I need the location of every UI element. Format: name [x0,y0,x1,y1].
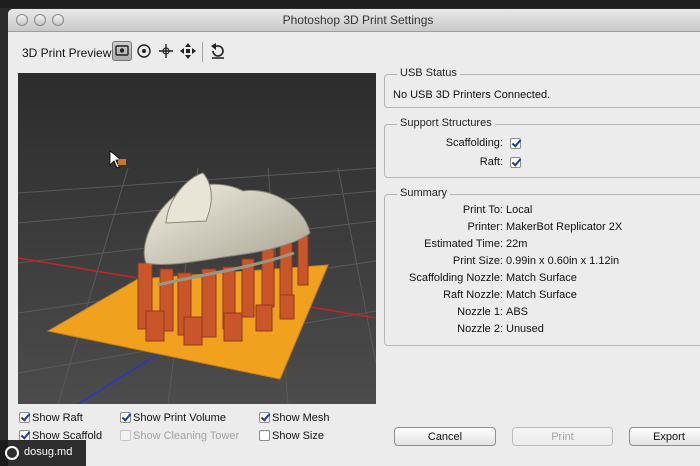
summary-value: Local [506,204,533,216]
summary-group: Summary Print To: Local Printer: MakerBot … [384,187,700,346]
show-print-volume-checkbox[interactable] [120,412,131,423]
reset-view-button[interactable] [208,41,228,61]
export-button[interactable]: Export [629,427,700,446]
view-preview-icon [115,45,129,56]
usb-status-text: No USB 3D Printers Connected. [393,89,551,101]
summary-row: Printer: MakerBot Replicator 2X [385,221,695,237]
show-cleaning-tower-option: Show Cleaning Tower [120,430,239,442]
show-mesh-checkbox[interactable] [259,412,270,423]
pan-icon [159,44,173,58]
summary-key: Nozzle 2: [457,323,503,335]
scaffolding-checkbox[interactable] [510,138,521,149]
show-size-checkbox[interactable] [259,430,270,441]
show-raft-checkbox[interactable] [19,412,30,423]
move-icon [180,43,196,59]
summary-row: Print To: Local [385,204,695,220]
preview-toolbar: 3D Print Preview [8,32,700,70]
summary-row: Estimated Time: 22m [385,238,695,254]
view-preview-button[interactable] [112,41,132,61]
window-title: Photoshop 3D Print Settings [282,13,434,27]
support-structures-group: Support Structures Scaffolding: Raft: [384,117,700,178]
show-mesh-label: Show Mesh [272,412,330,424]
summary-value: 22m [506,238,528,250]
summary-key: Scaffolding Nozzle: [409,272,503,284]
summary-key: Print To: [462,204,503,216]
show-mesh-option[interactable]: Show Mesh [259,412,329,424]
show-size-label: Show Size [272,430,324,442]
usb-status-group: USB Status No USB 3D Printers Connected. [384,67,700,108]
cancel-button[interactable]: Cancel [394,427,496,446]
watermark-logo-icon [5,446,19,460]
3d-print-preview-viewport[interactable] [18,73,376,404]
summary-key: Estimated Time: [424,238,503,250]
toolbar-separator [202,42,203,62]
summary-row: Raft Nozzle: Match Surface [385,289,695,305]
usb-status-legend: USB Status [397,67,460,79]
summary-value: Unused [506,323,544,335]
raft-checkbox[interactable] [510,157,521,168]
scaffolding-label: Scaffolding: [445,137,503,149]
summary-key: Raft Nozzle: [443,289,503,301]
summary-row: Print Size: 0.99in x 0.60in x 1.12in [385,255,695,271]
desktop-background [0,0,700,8]
summary-key: Print Size: [452,255,503,267]
show-print-volume-option[interactable]: Show Print Volume [120,412,226,424]
show-raft-option[interactable]: Show Raft [19,412,83,424]
summary-value: ABS [506,306,529,318]
summary-key: Nozzle 1: [457,306,503,318]
summary-value: 0.99in x 0.60in x 1.12in [506,255,620,267]
show-cleaning-tower-label: Show Cleaning Tower [133,430,240,442]
watermark: dosug.md [0,440,86,466]
move-button[interactable] [178,41,198,61]
summary-row: Scaffolding Nozzle: Match Surface [385,272,695,288]
orbit-icon [137,44,151,58]
show-size-option[interactable]: Show Size [259,430,324,442]
summary-value: MakerBot Replicator 2X [506,221,623,233]
summary-row: Nozzle 2: Unused [385,323,695,339]
pan-button[interactable] [156,41,176,61]
title-bar[interactable]: Photoshop 3D Print Settings [8,9,700,32]
summary-key: Printer: [467,221,503,233]
watermark-text: dosug.md [24,446,73,458]
print-settings-window: Photoshop 3D Print Settings 3D Print Pre… [8,9,700,466]
summary-legend: Summary [397,187,451,199]
scaffolding-row: Scaffolding: [385,137,695,153]
summary-value: Match Surface [506,289,577,301]
show-raft-label: Show Raft [32,412,83,424]
show-print-volume-label: Show Print Volume [133,412,226,424]
reset-view-icon [211,43,224,59]
orbit-button[interactable] [134,41,154,61]
support-structures-legend: Support Structures [397,117,495,129]
summary-value: Match Surface [506,272,577,284]
show-cleaning-tower-checkbox [120,430,131,441]
raft-row: Raft: [385,156,695,172]
print-button: Print [512,427,613,446]
summary-row: Nozzle 1: ABS [385,306,695,322]
preview-label: 3D Print Preview [22,46,112,60]
raft-label: Raft: [479,156,503,168]
